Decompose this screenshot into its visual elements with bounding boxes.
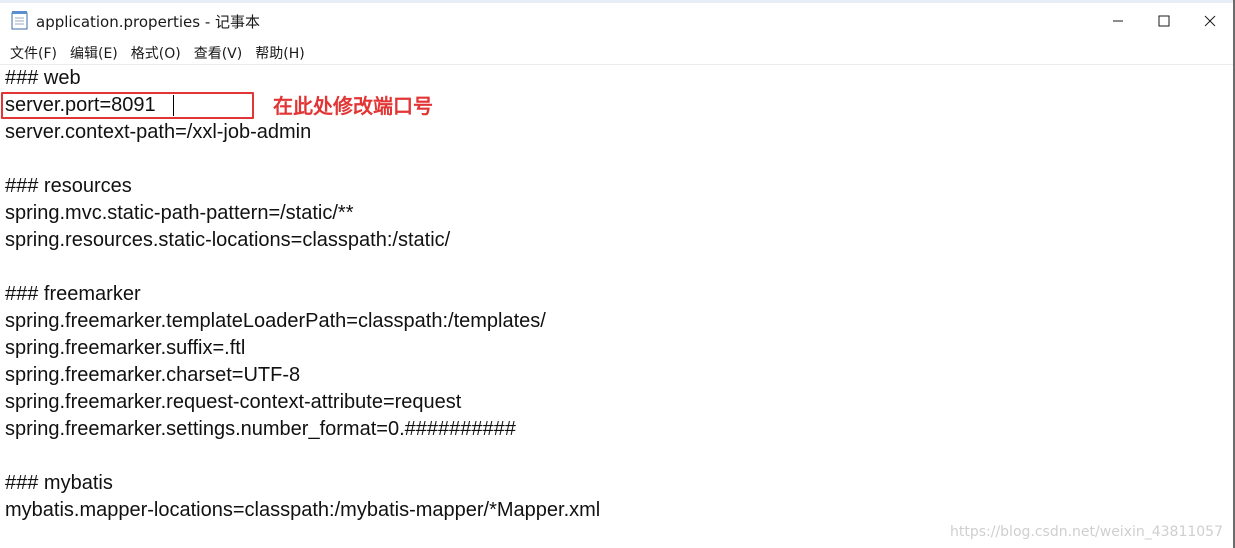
menu-format[interactable]: 格式(O) [126,43,186,63]
menu-help[interactable]: 帮助(H) [250,43,309,63]
code-line: mybatis.mapper-locations=classpath:/myba… [5,499,601,521]
title-bar[interactable]: application.properties - 记事本 [0,0,1233,41]
window-title: application.properties - 记事本 [36,13,261,31]
code-line: ### mybatis [5,472,113,494]
notepad-window: application.properties - 记事本 文件(F) 编辑(E)… [0,0,1235,548]
port-highlight-box [1,92,254,119]
maximize-button[interactable] [1141,0,1187,41]
menu-bar: 文件(F) 编辑(E) 格式(O) 查看(V) 帮助(H) [0,41,1233,65]
maximize-icon [1158,15,1170,26]
title-bar-strip [0,0,1233,3]
minimize-button[interactable] [1095,0,1141,41]
code-line: ### resources [5,175,132,197]
code-line: spring.freemarker.templateLoaderPath=cla… [5,310,546,332]
notepad-icon [11,11,28,30]
code-line: server.context-path=/xxl-job-admin [5,121,312,143]
window-controls [1095,0,1233,41]
port-annotation: 在此处修改端口号 [273,94,433,118]
text-caret [173,95,174,116]
code-line: spring.resources.static-locations=classp… [5,229,451,251]
watermark: https://blog.csdn.net/weixin_43811057 [949,524,1223,540]
menu-file[interactable]: 文件(F) [5,43,62,63]
code-line: spring.freemarker.suffix=.ftl [5,337,246,359]
code-line: ### web [5,67,81,89]
code-line: spring.freemarker.charset=UTF-8 [5,364,301,386]
menu-edit[interactable]: 编辑(E) [65,43,123,63]
code-line: spring.freemarker.settings.number_format… [5,418,516,440]
minimize-icon [1113,20,1123,21]
code-line: spring.freemarker.request-context-attrib… [5,391,462,413]
close-button[interactable] [1187,0,1233,41]
text-editor[interactable]: ### web server.port=8091 server.context-… [0,65,1233,548]
menu-view[interactable]: 查看(V) [189,43,248,63]
code-line: ### freemarker [5,283,141,305]
close-icon [1204,15,1216,26]
code-line: spring.mvc.static-path-pattern=/static/*… [5,202,354,224]
